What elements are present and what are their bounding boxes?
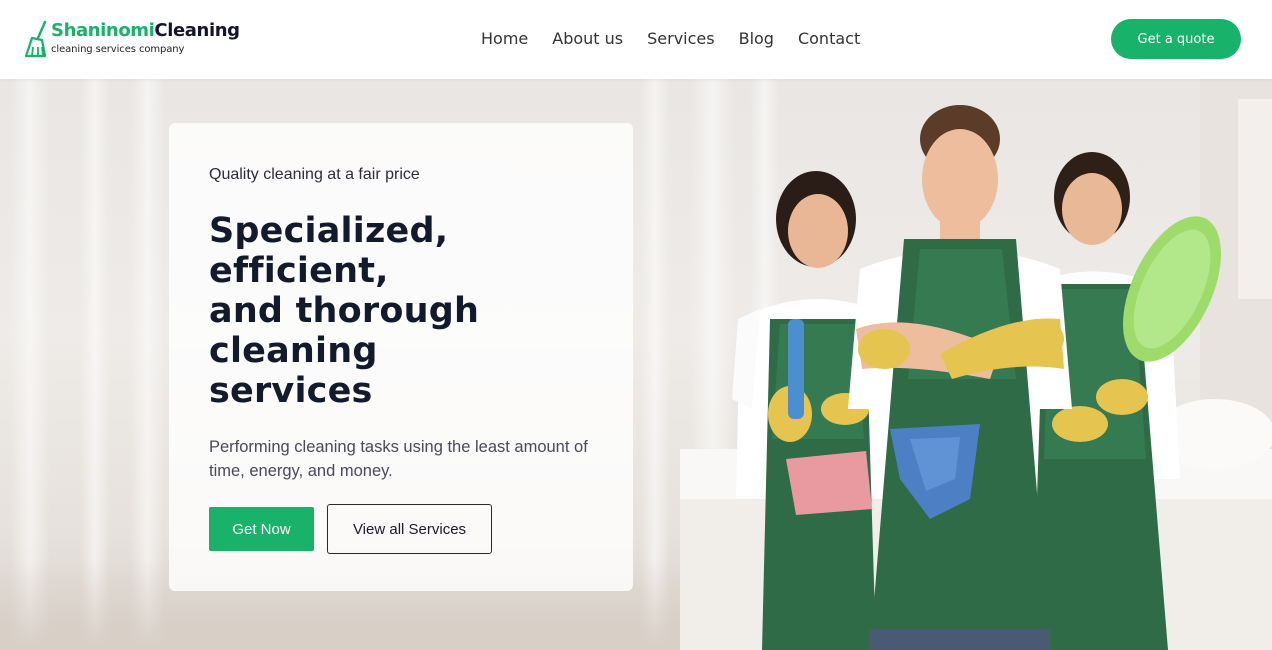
headline-line: services — [209, 371, 373, 411]
brand-tagline: cleaning services company — [51, 44, 185, 55]
headline-line: cleaning — [209, 331, 378, 371]
hero-section: Quality cleaning at a fair price Special… — [0, 79, 1272, 650]
view-all-services-button[interactable]: View all Services — [327, 504, 492, 554]
hero-eyebrow: Quality cleaning at a fair price — [209, 166, 420, 183]
nav-contact[interactable]: Contact — [798, 29, 860, 49]
get-quote-button[interactable]: Get a quote — [1111, 19, 1241, 59]
headline-line: efficient, — [209, 251, 389, 291]
brand-name-part1: Shaninomi — [51, 20, 155, 41]
hero-subtitle: Performing cleaning tasks using the leas… — [209, 438, 588, 480]
broom-icon — [24, 20, 47, 58]
nav-home[interactable]: Home — [481, 29, 528, 49]
site-header: ShaninomiCleaning cleaning services comp… — [0, 0, 1272, 79]
brand-name: ShaninomiCleaning — [51, 20, 240, 42]
nav-about-us[interactable]: About us — [552, 29, 623, 49]
headline-line: and thorough — [209, 291, 480, 331]
get-now-button[interactable]: Get Now — [209, 507, 314, 551]
brand-name-part2: Cleaning — [154, 20, 240, 41]
headline-line: Specialized, — [209, 211, 449, 251]
brand-logo[interactable]: ShaninomiCleaning cleaning services comp… — [24, 20, 240, 58]
hero-card: Quality cleaning at a fair price Special… — [169, 123, 633, 591]
hero-headline: Specialized, efficient, and thorough cle… — [209, 211, 539, 411]
main-nav: Home About us Services Blog Contact — [481, 29, 884, 49]
cleaning-team-photo — [680, 79, 1272, 650]
nav-services[interactable]: Services — [647, 29, 714, 49]
nav-blog[interactable]: Blog — [739, 29, 774, 49]
